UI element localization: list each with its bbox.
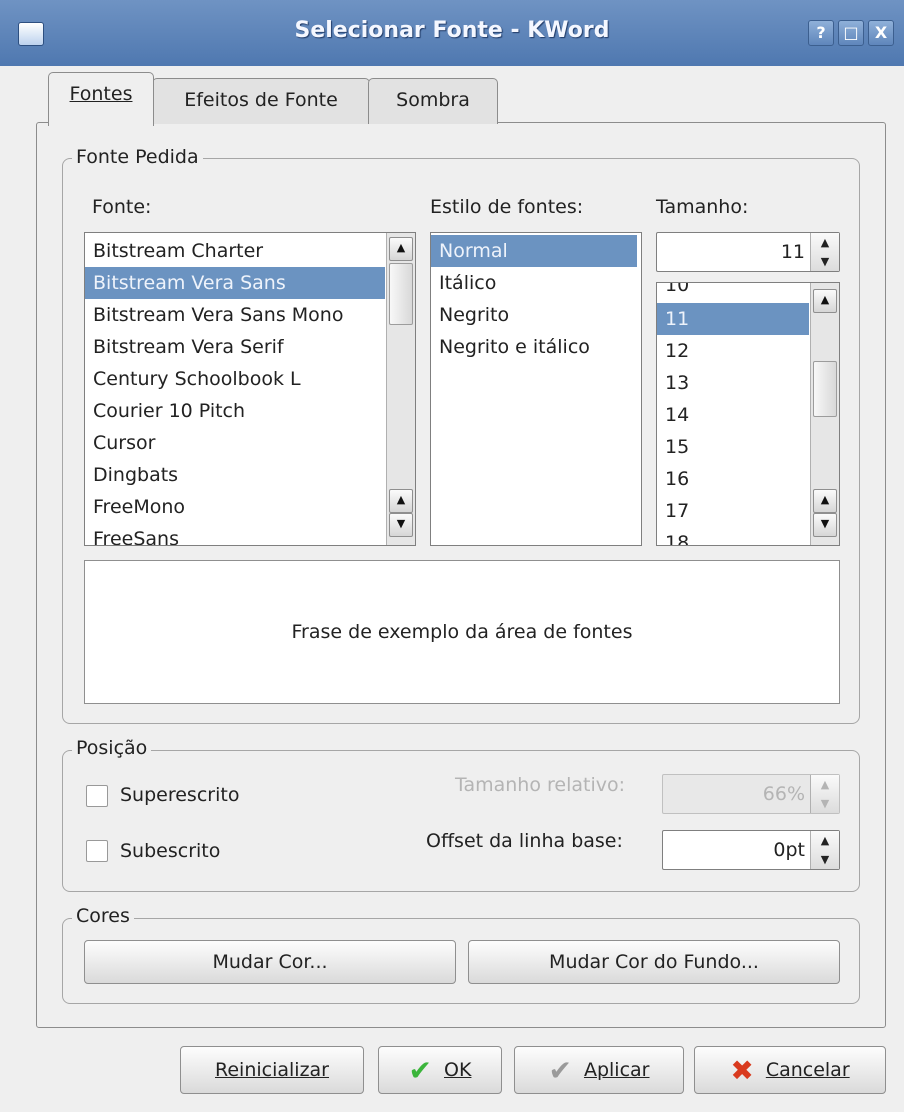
ok-button[interactable]: ✔ OK — [378, 1046, 502, 1094]
tab-fontes[interactable]: Fontes — [48, 72, 154, 126]
style-label: Estilo de fontes: — [430, 196, 584, 218]
scroll-down-icon[interactable]: ▼ — [389, 513, 413, 537]
requested-font-title: Fonte Pedida — [72, 146, 203, 168]
position-group — [62, 750, 860, 892]
ok-label: OK — [444, 1059, 472, 1081]
spin-up-icon[interactable]: ▲ — [811, 831, 839, 850]
list-item[interactable]: Itálico — [439, 267, 641, 299]
relative-size-value: 66% — [762, 783, 805, 805]
scroll-down-icon[interactable]: ▼ — [813, 513, 837, 537]
change-color-label: Mudar Cor... — [212, 951, 328, 973]
size-list[interactable]: 10 11 12 13 14 15 16 17 18 ▲ ▲ ▼ — [656, 282, 840, 546]
list-item[interactable]: Bitstream Vera Serif — [93, 331, 415, 363]
spin-up-icon: ▲ — [820, 778, 830, 791]
spin-down-icon: ▼ — [820, 797, 830, 810]
list-item[interactable]: Bitstream Charter — [93, 235, 415, 267]
spin-down-icon[interactable]: ▼ — [811, 850, 839, 869]
change-color-button[interactable]: Mudar Cor... — [84, 940, 456, 984]
list-item[interactable]: Negrito — [439, 299, 641, 331]
change-bg-color-label: Mudar Cor do Fundo... — [549, 951, 759, 973]
list-item[interactable]: Century Schoolbook L — [93, 363, 415, 395]
relative-size-stepper: ▲ ▼ — [810, 775, 839, 813]
reset-button[interactable]: Reinicializar — [180, 1046, 364, 1094]
tab-sombra[interactable]: Sombra — [368, 78, 498, 124]
font-list[interactable]: Bitstream Charter Bitstream Vera Sans Bi… — [84, 232, 416, 546]
size-stepper[interactable]: ▲ ▼ — [810, 233, 839, 271]
spin-up-icon[interactable]: ▲ — [811, 233, 839, 252]
superscript-label: Superescrito — [120, 784, 240, 806]
style-list[interactable]: Normal Itálico Negrito Negrito e itálico — [430, 232, 642, 546]
list-item[interactable]: Dingbats — [93, 459, 415, 491]
apply-button[interactable]: ✔ Aplicar — [514, 1046, 684, 1094]
subscript-label: Subescrito — [120, 840, 221, 862]
relative-size-label: Tamanho relativo: — [455, 774, 626, 796]
tab-label: Efeitos de Fonte — [184, 89, 338, 111]
reset-label: Reinicializar — [215, 1059, 329, 1081]
offset-stepper[interactable]: ▲ ▼ — [810, 831, 839, 869]
tab-efeitos-de-fonte[interactable]: Efeitos de Fonte — [152, 78, 370, 124]
font-list-scrollbar[interactable]: ▲ ▲ ▼ — [386, 233, 415, 545]
scroll-thumb[interactable] — [813, 361, 837, 417]
cancel-button[interactable]: ✖ Cancelar — [694, 1046, 886, 1094]
size-spinbox[interactable]: 11 ▲ ▼ — [656, 232, 840, 272]
tab-label: Fontes — [69, 83, 133, 105]
spin-down-icon[interactable]: ▼ — [811, 252, 839, 271]
window-title: Selecionar Fonte - KWord — [294, 18, 610, 43]
list-item[interactable]: Bitstream Vera Sans Mono — [93, 299, 415, 331]
list-item[interactable]: FreeSans — [93, 523, 415, 545]
relative-size-spinbox: 66% ▲ ▼ — [662, 774, 840, 814]
cancel-label: Cancelar — [765, 1059, 850, 1081]
font-label: Fonte: — [92, 196, 152, 218]
list-item[interactable]: Negrito e itálico — [439, 331, 641, 363]
superscript-checkbox[interactable] — [86, 785, 108, 807]
check-icon: ✔ — [548, 1053, 572, 1087]
list-item-selected[interactable]: Bitstream Vera Sans — [85, 267, 385, 299]
list-item[interactable]: Cursor — [93, 427, 415, 459]
scroll-up-icon[interactable]: ▲ — [389, 237, 413, 261]
subscript-checkbox[interactable] — [86, 840, 108, 862]
list-item-selected[interactable]: 11 — [657, 303, 809, 335]
scroll-up-icon[interactable]: ▲ — [813, 289, 837, 313]
offset-value: 0pt — [773, 839, 805, 861]
check-icon: ✔ — [408, 1053, 433, 1087]
position-title: Posição — [72, 737, 152, 759]
size-value: 11 — [780, 241, 805, 263]
scroll-up-icon[interactable]: ▲ — [813, 489, 837, 513]
scroll-thumb[interactable] — [389, 263, 413, 325]
size-list-scrollbar[interactable]: ▲ ▲ ▼ — [810, 283, 839, 545]
colors-title: Cores — [72, 905, 134, 927]
help-icon[interactable]: ? — [808, 20, 834, 46]
font-preview: Frase de exemplo da área de fontes — [84, 560, 840, 704]
size-label: Tamanho: — [656, 196, 749, 218]
cancel-icon: ✖ — [730, 1053, 754, 1087]
scroll-up-icon[interactable]: ▲ — [389, 489, 413, 513]
preview-text: Frase de exemplo da área de fontes — [291, 621, 633, 643]
apply-label: Aplicar — [583, 1059, 650, 1081]
offset-label: Offset da linha base: — [426, 830, 623, 852]
list-item[interactable]: Courier 10 Pitch — [93, 395, 415, 427]
close-icon[interactable]: X — [868, 20, 894, 46]
maximize-icon[interactable]: □ — [838, 20, 864, 46]
offset-spinbox[interactable]: 0pt ▲ ▼ — [662, 830, 840, 870]
tab-label: Sombra — [396, 89, 470, 111]
change-bg-color-button[interactable]: Mudar Cor do Fundo... — [468, 940, 840, 984]
list-item-selected[interactable]: Normal — [431, 235, 637, 267]
list-item[interactable]: FreeMono — [93, 491, 415, 523]
